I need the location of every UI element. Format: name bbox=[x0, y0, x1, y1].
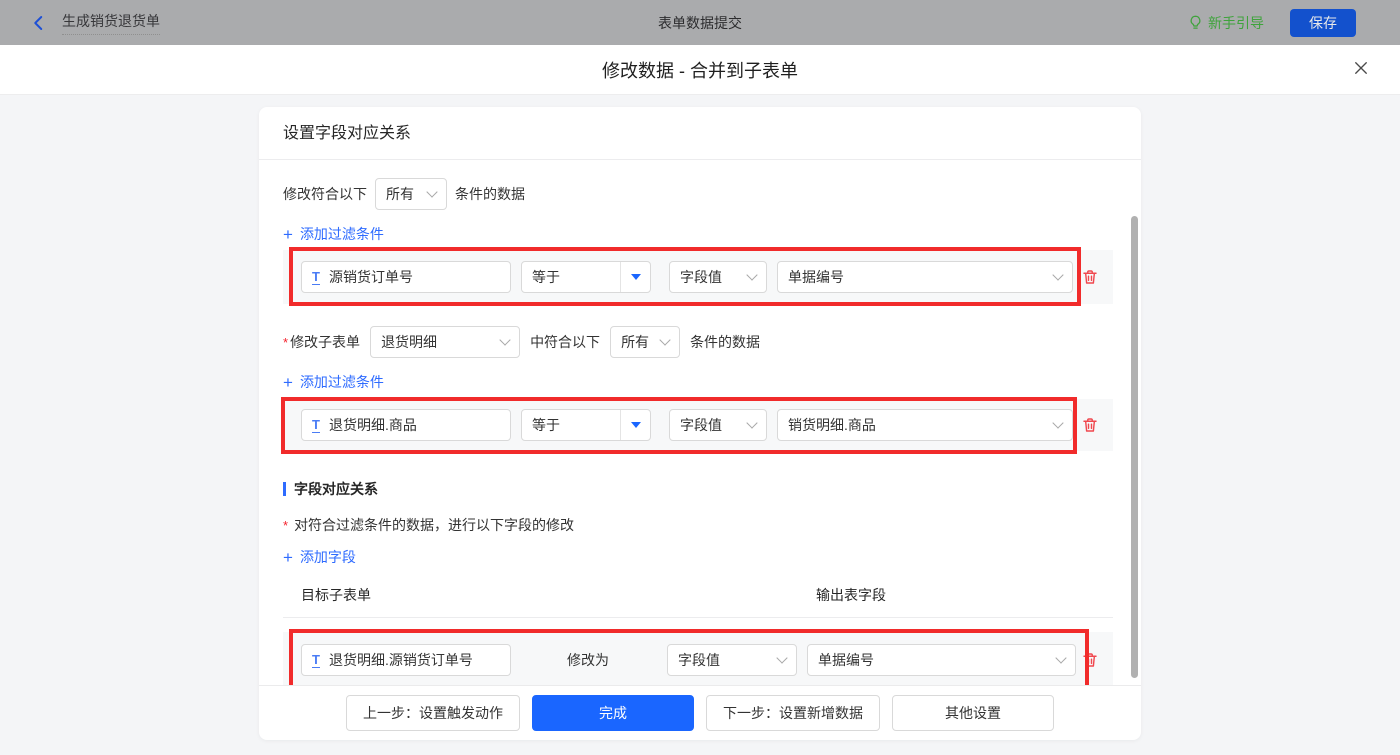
modal-title: 修改数据 - 合并到子表单 bbox=[602, 60, 798, 81]
value-field-select[interactable]: 销货明细.商品 bbox=[777, 409, 1073, 441]
required-mark: * bbox=[283, 335, 289, 350]
subform-suffix: 条件的数据 bbox=[690, 334, 761, 350]
required-mark: * bbox=[283, 517, 289, 533]
prev-step-button[interactable]: 上一步：设置触发动作 bbox=[346, 695, 520, 731]
scroll-area: 修改符合以下 所有 条件的数据 + 添加过滤条件 T 源销货订单号 等于 字段值… bbox=[259, 160, 1141, 685]
field-name-box[interactable]: T 退货明细.商品 bbox=[301, 409, 511, 441]
trash-icon[interactable] bbox=[1081, 268, 1099, 286]
plus-icon: + bbox=[283, 547, 293, 567]
sub-match-mode-select[interactable]: 所有 bbox=[610, 326, 681, 358]
modify-to-label: 修改为 bbox=[567, 652, 609, 668]
field-name-box[interactable]: T 退货明细.源销货订单号 bbox=[301, 644, 511, 676]
column-target-subform: 目标子表单 bbox=[301, 587, 371, 603]
scrollbar-thumb[interactable] bbox=[1131, 216, 1138, 678]
trash-icon[interactable] bbox=[1081, 416, 1099, 434]
text-field-type-icon: T bbox=[312, 268, 320, 285]
mapping-description: * 对符合过滤条件的数据，进行以下字段的修改 bbox=[283, 517, 575, 533]
filter-row-sub: T 退货明细.商品 等于 字段值 销货明细.商品 bbox=[281, 397, 1113, 454]
chevron-down-icon bbox=[426, 186, 438, 198]
caret-down-icon bbox=[620, 262, 650, 292]
done-button[interactable]: 完成 bbox=[532, 695, 694, 731]
caret-down-icon bbox=[620, 410, 650, 440]
main-filter-suffix: 条件的数据 bbox=[455, 186, 525, 202]
add-field-link[interactable]: + 添加字段 bbox=[283, 547, 356, 567]
card-footer: 上一步：设置触发动作 完成 下一步：设置新增数据 其他设置 bbox=[259, 685, 1141, 740]
dialog-body: 设置字段对应关系 修改符合以下 所有 条件的数据 + 添加过滤条件 T 源销货订… bbox=[0, 95, 1400, 754]
chevron-down-icon bbox=[1052, 269, 1064, 281]
match-mode-select[interactable]: 所有 bbox=[375, 178, 447, 210]
close-icon[interactable] bbox=[1352, 59, 1370, 77]
topbar: 生成销货退货单 表单数据提交 新手引导 保存 bbox=[0, 0, 1400, 45]
value-type-select[interactable]: 字段值 bbox=[667, 644, 797, 676]
chevron-down-icon bbox=[776, 652, 788, 664]
chevron-down-icon bbox=[499, 334, 511, 346]
value-field-select[interactable]: 单据编号 bbox=[807, 644, 1076, 676]
beginner-guide-link[interactable]: 新手引导 bbox=[1188, 13, 1264, 33]
back-label[interactable]: 生成销货退货单 bbox=[62, 11, 160, 35]
add-sub-filter-condition-link[interactable]: + 添加过滤条件 bbox=[283, 372, 384, 392]
mapping-column-headers: 目标子表单 输出表字段 bbox=[283, 585, 1113, 618]
next-step-button[interactable]: 下一步：设置新增数据 bbox=[706, 695, 880, 731]
guide-label: 新手引导 bbox=[1208, 14, 1264, 31]
section-marker-bar bbox=[283, 482, 286, 496]
operator-select[interactable]: 等于 bbox=[521, 409, 651, 441]
modal-header: 修改数据 - 合并到子表单 bbox=[0, 45, 1400, 95]
mapping-section-title: 字段对应关系 bbox=[283, 479, 1113, 499]
chevron-down-icon bbox=[659, 334, 671, 346]
settings-card: 设置字段对应关系 修改符合以下 所有 条件的数据 + 添加过滤条件 T 源销货订… bbox=[259, 107, 1141, 740]
subform-label: * 修改子表单 bbox=[283, 334, 361, 350]
main-filter-prefix: 修改符合以下 bbox=[283, 186, 367, 202]
save-button[interactable]: 保存 bbox=[1290, 8, 1356, 37]
filter-row-main: T 源销货订单号 等于 字段值 单据编号 bbox=[283, 247, 1113, 306]
chevron-down-icon bbox=[746, 269, 758, 281]
value-type-select[interactable]: 字段值 bbox=[669, 261, 767, 293]
chevron-down-icon bbox=[1055, 652, 1067, 664]
topbar-title: 表单数据提交 bbox=[658, 14, 742, 31]
value-type-select[interactable]: 字段值 bbox=[669, 409, 767, 441]
subform-line: * 修改子表单 退货明细 中符合以下 所有 条件的数据 bbox=[283, 324, 1113, 360]
lightbulb-icon bbox=[1188, 15, 1203, 30]
back-chevron-icon[interactable] bbox=[30, 14, 48, 32]
text-field-type-icon: T bbox=[312, 416, 320, 433]
subform-middle: 中符合以下 bbox=[530, 334, 601, 350]
plus-icon: + bbox=[283, 224, 293, 244]
text-field-type-icon: T bbox=[312, 651, 320, 668]
other-settings-button[interactable]: 其他设置 bbox=[892, 695, 1054, 731]
field-name-box[interactable]: T 源销货订单号 bbox=[301, 261, 511, 293]
add-filter-condition-link[interactable]: + 添加过滤条件 bbox=[283, 224, 384, 244]
chevron-down-icon bbox=[746, 417, 758, 429]
main-filter-line: 修改符合以下 所有 条件的数据 bbox=[283, 178, 1113, 210]
back-nav[interactable]: 生成销货退货单 bbox=[30, 11, 160, 35]
plus-icon: + bbox=[283, 372, 293, 392]
value-field-select[interactable]: 单据编号 bbox=[777, 261, 1073, 293]
column-output-field: 输出表字段 bbox=[816, 587, 886, 603]
chevron-down-icon bbox=[1052, 417, 1064, 429]
card-title: 设置字段对应关系 bbox=[259, 107, 1141, 160]
subform-select[interactable]: 退货明细 bbox=[370, 326, 521, 358]
mapping-row: T 退货明细.源销货订单号 修改为 字段值 单据编号 bbox=[283, 629, 1113, 685]
operator-select[interactable]: 等于 bbox=[521, 261, 651, 293]
trash-icon[interactable] bbox=[1081, 651, 1099, 669]
